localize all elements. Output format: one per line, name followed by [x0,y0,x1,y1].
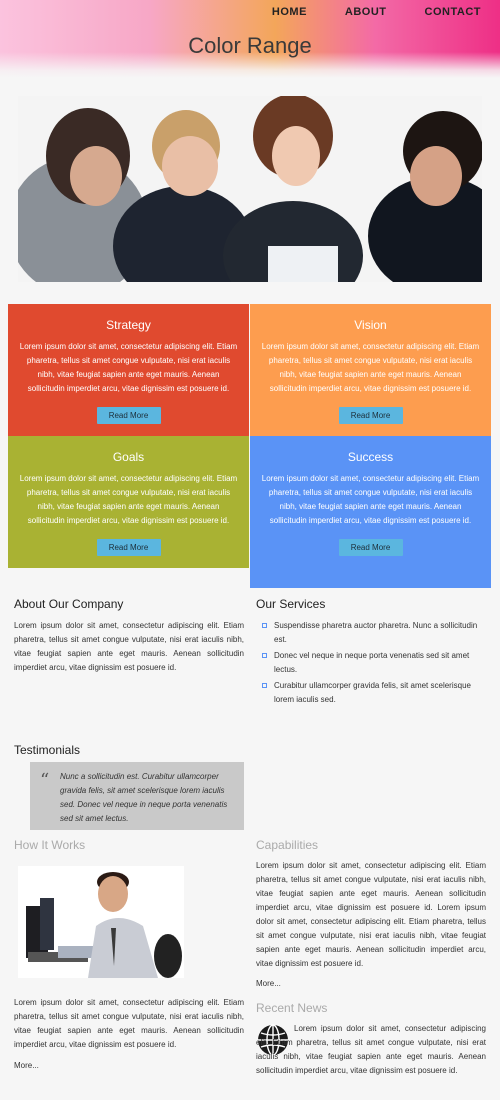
services-list: Suspendisse pharetra auctor pharetra. Nu… [262,619,486,709]
quote-mark-icon: “ [40,770,50,791]
service-text: Curabitur ullamcorper gravida felis, sit… [274,681,471,704]
square-bullet-icon [262,653,267,658]
recent-news-text: Lorem ipsum dolor sit amet, consectetur … [256,1024,486,1075]
strategy-read-more-button[interactable]: Read More [96,407,161,424]
testimonials-heading: Testimonials [14,743,81,757]
tile-strategy-text: Lorem ipsum dolor sit amet, consectetur … [19,342,238,393]
about-text: Lorem ipsum dolor sit amet, consectetur … [14,621,244,672]
site-title: Color Range [188,33,312,58]
nav-home-link[interactable]: HOME [253,5,326,19]
tile-vision-text: Lorem ipsum dolor sit amet, consectetur … [261,342,480,393]
testimonial-quote-box: “ Nunc a sollicitudin est. Curabitur ull… [30,762,244,830]
services-list-item: Donec vel neque in neque porta venenatis… [262,649,486,677]
tile-success: Success Lorem ipsum dolor sit amet, cons… [250,436,491,588]
how-it-works-heading: How It Works [14,838,86,852]
page-header: HOME ABOUT CONTACT Color Range [0,0,500,78]
service-text: Suspendisse pharetra auctor pharetra. Nu… [274,621,478,644]
tile-vision-title: Vision [354,318,387,332]
nav-contact-link[interactable]: CONTACT [406,5,500,19]
recent-news-heading: Recent News [256,1001,328,1015]
how-it-works-more-link[interactable]: More... [14,1061,39,1070]
services-heading: Our Services [256,597,326,611]
square-bullet-icon [262,683,267,688]
goals-read-more-button[interactable]: Read More [96,539,161,556]
tile-strategy-title: Strategy [106,318,151,332]
service-text: Donec vel neque in neque porta venenatis… [274,651,470,674]
success-read-more-button[interactable]: Read More [338,539,403,556]
tile-strategy: Strategy Lorem ipsum dolor sit amet, con… [8,304,249,436]
square-bullet-icon [262,623,267,628]
business-team-photo [18,96,482,282]
capabilities-more-link[interactable]: More... [256,979,281,988]
man-at-computer-photo [18,866,184,978]
services-list-item: Curabitur ullamcorper gravida felis, sit… [262,679,486,707]
capabilities-text: Lorem ipsum dolor sit amet, consectetur … [256,861,486,968]
services-list-item: Suspendisse pharetra auctor pharetra. Nu… [262,619,486,647]
how-it-works-text: Lorem ipsum dolor sit amet, consectetur … [14,998,244,1049]
nav-about-link[interactable]: ABOUT [326,5,406,19]
testimonial-text: Nunc a sollicitudin est. Curabitur ullam… [60,772,228,823]
tile-goals-title: Goals [112,450,145,464]
tile-vision: Vision Lorem ipsum dolor sit amet, conse… [250,304,491,436]
tile-goals: Goals Lorem ipsum dolor sit amet, consec… [8,436,249,568]
tile-success-title: Success [347,450,394,464]
tile-success-text: Lorem ipsum dolor sit amet, consectetur … [261,474,480,525]
vision-read-more-button[interactable]: Read More [338,407,403,424]
tile-goals-text: Lorem ipsum dolor sit amet, consectetur … [19,474,238,525]
capabilities-heading: Capabilities [256,838,319,852]
main-nav: HOME ABOUT CONTACT [253,5,500,19]
how-it-works-image [18,866,184,978]
about-heading: About Our Company [14,597,124,611]
hero-image [18,96,482,282]
